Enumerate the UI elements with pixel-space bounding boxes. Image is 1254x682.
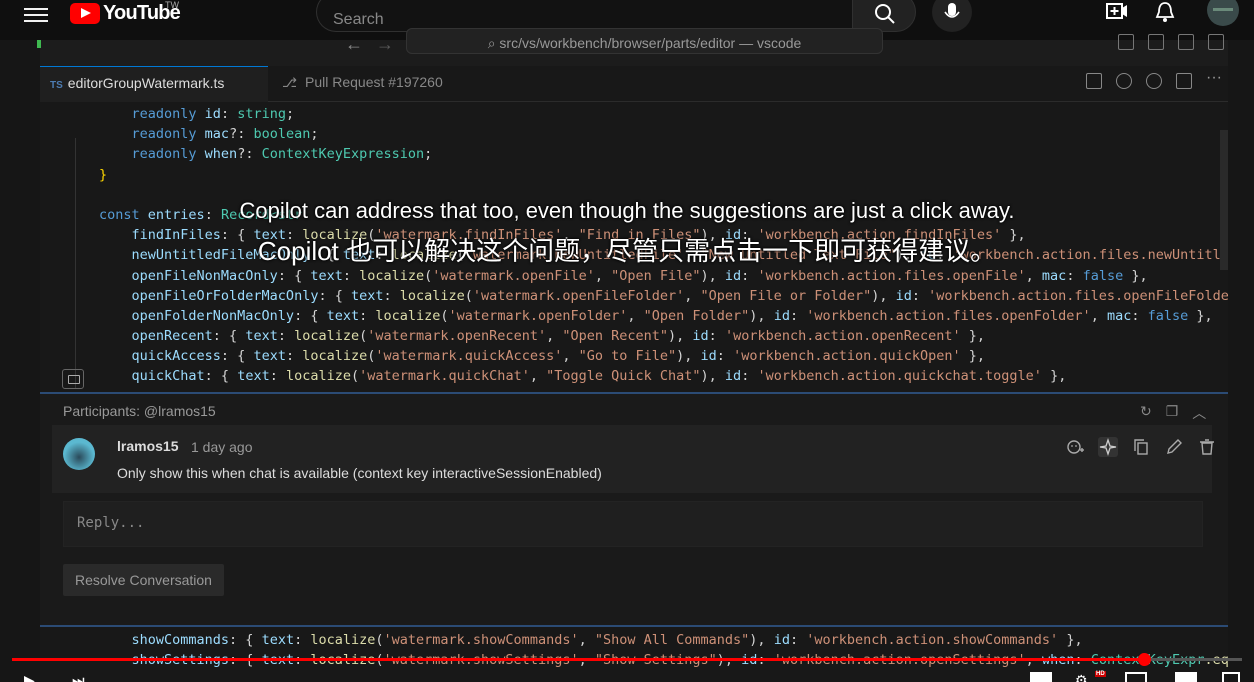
status-indicator xyxy=(37,40,41,48)
participants-label: Participants: @lramos15 xyxy=(63,403,216,419)
tab-label: editorGroupWatermark.ts xyxy=(67,75,225,91)
code-line: openRecent: { text: localize('watermark.… xyxy=(99,328,986,345)
toggle-sidebar-icon[interactable] xyxy=(1118,34,1134,50)
toggle-secondary-sidebar-icon[interactable] xyxy=(1178,34,1194,50)
youtube-watch-page: YouTube TW Search ← → ⌕ src/vs/workbench… xyxy=(0,0,1254,682)
youtube-logo[interactable]: YouTube xyxy=(70,0,181,26)
search-icon xyxy=(875,4,895,24)
region-code: TW xyxy=(165,0,179,10)
check-circle-icon[interactable] xyxy=(1116,73,1132,89)
create-video-icon[interactable] xyxy=(1106,2,1128,25)
command-center[interactable]: ⌕ src/vs/workbench/browser/parts/editor … xyxy=(406,28,883,54)
arrow-left-icon[interactable]: ← xyxy=(345,34,363,55)
typescript-file-icon: TS xyxy=(50,80,63,91)
code-line: openFileOrFolderMacOnly: { text: localiz… xyxy=(99,287,1229,304)
collapse-all-icon[interactable]: ❐ xyxy=(1166,403,1179,423)
youtube-play-icon xyxy=(70,2,100,24)
chevron-up-icon[interactable]: ︿ xyxy=(1192,403,1206,423)
copy-icon[interactable] xyxy=(1131,437,1151,457)
video-progress-bar[interactable] xyxy=(12,653,1242,666)
code-line: readonly mac?: boolean; xyxy=(99,126,319,143)
edit-pencil-icon[interactable] xyxy=(1164,437,1184,457)
git-compare-icon[interactable] xyxy=(1146,73,1162,89)
code-line: openFolderNonMacOnly: { text: localize('… xyxy=(99,307,1213,324)
command-center-label: src/vs/workbench/browser/parts/editor — … xyxy=(499,35,802,51)
tab-editor-group-watermark[interactable]: TS editorGroupWatermark.ts xyxy=(40,66,268,102)
code-line: quickChat: { text: localize('watermark.q… xyxy=(99,368,1067,385)
code-line: readonly when?: ContextKeyExpression; xyxy=(99,146,433,163)
voice-search-button[interactable] xyxy=(932,0,972,32)
pull-request-icon: ⎇ xyxy=(282,75,297,90)
miniplayer-icon[interactable] xyxy=(1125,672,1147,682)
split-editor-icon[interactable] xyxy=(1176,73,1192,89)
subtitle-english: Copilot can address that too, even thoug… xyxy=(239,198,1015,223)
hamburger-menu-icon[interactable] xyxy=(24,4,48,24)
tab-label: Pull Request #197260 xyxy=(304,74,443,90)
reply-input[interactable]: Reply... xyxy=(63,501,1203,547)
video-player[interactable]: ← → ⌕ src/vs/workbench/browser/parts/edi… xyxy=(0,28,1254,682)
hd-badge-icon: HD xyxy=(1095,671,1106,677)
arrow-right-icon[interactable]: → xyxy=(376,34,394,55)
theater-mode-icon[interactable] xyxy=(1175,672,1197,682)
comment-icon[interactable] xyxy=(1086,73,1102,89)
delete-trash-icon[interactable] xyxy=(1197,437,1217,457)
account-avatar[interactable] xyxy=(1207,0,1239,26)
refresh-icon[interactable]: ↻ xyxy=(1140,403,1152,423)
comment-toolbar xyxy=(1065,437,1217,457)
code-line: } xyxy=(99,166,108,183)
comment: lramos15 1 day ago Only show this when c… xyxy=(52,425,1214,493)
subtitles-icon[interactable] xyxy=(1030,672,1052,682)
code-line: showCommands: { text: localize('watermar… xyxy=(99,632,1083,648)
tab-pull-request[interactable]: ⎇ Pull Request #197260 xyxy=(272,66,453,102)
fullscreen-icon[interactable] xyxy=(1222,672,1240,682)
code-line: quickAccess: { text: localize('watermark… xyxy=(99,348,986,365)
code-line: readonly id: string; xyxy=(99,106,295,122)
search-icon: ⌕ xyxy=(487,35,500,51)
thread-actions: ↻ ❐ ︿ xyxy=(1140,403,1206,423)
more-actions-icon[interactable]: ··· xyxy=(1206,70,1222,89)
progress-scrubber-handle[interactable] xyxy=(1137,653,1151,666)
play-icon[interactable]: ▶ xyxy=(24,672,35,682)
progress-played xyxy=(12,658,1144,661)
microphone-icon xyxy=(944,3,960,18)
sparkle-icon[interactable] xyxy=(1098,437,1118,457)
customize-layout-icon[interactable] xyxy=(1208,34,1224,50)
editor-tabs: TS editorGroupWatermark.ts ⎇ Pull Request … xyxy=(40,66,1228,102)
settings-gear-icon[interactable]: ⚙ xyxy=(1075,672,1088,682)
code-line: openFileNonMacOnly: { text: localize('wa… xyxy=(99,267,1148,284)
comment-author[interactable]: lramos15 xyxy=(117,438,178,454)
editor-actions: ··· xyxy=(1086,70,1222,89)
add-reaction-icon[interactable] xyxy=(1065,437,1085,457)
next-icon[interactable]: ⏭ xyxy=(72,672,85,682)
comment-timestamp: 1 day ago xyxy=(191,439,253,455)
layout-controls xyxy=(1118,34,1224,50)
toggle-panel-icon[interactable] xyxy=(1148,34,1164,50)
avatar[interactable] xyxy=(63,438,95,470)
vscode-window: ← → ⌕ src/vs/workbench/browser/parts/edi… xyxy=(37,28,1229,682)
resolve-conversation-button[interactable]: Resolve Conversation xyxy=(63,564,224,596)
comment-thread-widget: Participants: @lramos15 ↻ ❐ ︿ lramos15 1… xyxy=(40,392,1228,627)
subtitle-chinese: Copilot 也可以解决这个问题，尽管只需点击一下即可获得建议。 xyxy=(257,236,997,266)
notifications-bell-icon[interactable] xyxy=(1155,1,1175,28)
add-comment-gutter-icon[interactable] xyxy=(62,369,84,389)
comment-body: Only show this when chat is available (c… xyxy=(117,465,602,481)
